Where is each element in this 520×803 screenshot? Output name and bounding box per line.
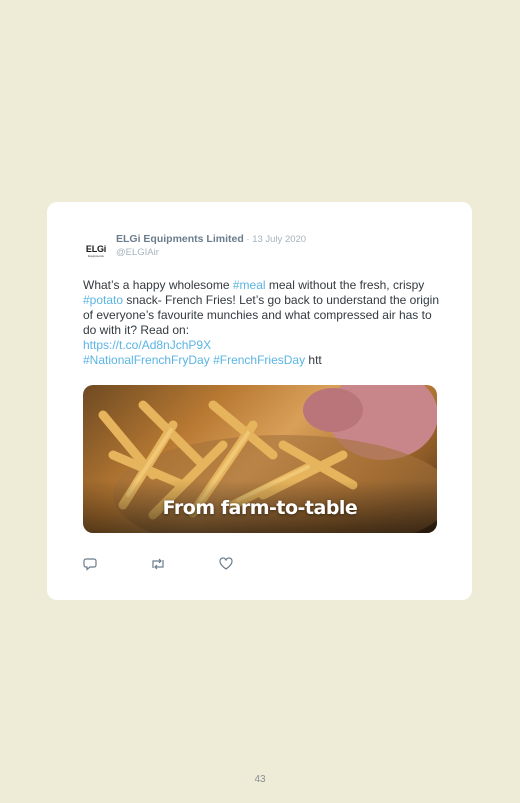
tweet-text-part: snack- French Fries! Let’s go back to un…	[83, 293, 439, 337]
retweet-icon[interactable]	[150, 557, 166, 571]
tweet-text-part: htt	[305, 353, 322, 367]
avatar[interactable]: ELGi Equipments	[83, 238, 109, 264]
author-handle[interactable]: @ELGIAir	[116, 246, 306, 259]
tweet-link[interactable]: https://t.co/Ad8nJchP9X	[83, 338, 211, 352]
author-info: ELGi Equipments Limited · 13 July 2020 @…	[116, 231, 306, 259]
hashtag-french-fries-day[interactable]: #FrenchFriesDay	[213, 353, 305, 367]
tweet-text: What’s a happy wholesome #meal meal with…	[83, 278, 443, 368]
tweet-media-image[interactable]: From farm-to-table	[83, 385, 437, 533]
tweet-text-part: What’s a happy wholesome	[83, 278, 233, 292]
tweet-text-part: meal without the fresh, crispy	[265, 278, 425, 292]
hashtag-meal[interactable]: #meal	[233, 278, 266, 292]
heart-icon[interactable]	[219, 557, 233, 571]
elgi-logo-subtitle: Equipments	[88, 253, 104, 258]
hashtag-national-french-fry-day[interactable]: #NationalFrenchFryDay	[83, 353, 210, 367]
hashtag-potato[interactable]: #potato	[83, 293, 123, 307]
tweet-header: ELGi Equipments ELGi Equipments Limited …	[83, 231, 306, 264]
reply-icon[interactable]	[83, 557, 97, 571]
page-number: 43	[254, 774, 266, 785]
tweet-card: ELGi Equipments ELGi Equipments Limited …	[47, 202, 472, 600]
tweet-date[interactable]: · 13 July 2020	[244, 234, 306, 245]
media-caption: From farm-to-table	[162, 497, 358, 519]
elgi-logo: ELGi	[85, 243, 107, 254]
tweet-actions	[83, 557, 286, 571]
author-name[interactable]: ELGi Equipments Limited	[116, 233, 244, 245]
